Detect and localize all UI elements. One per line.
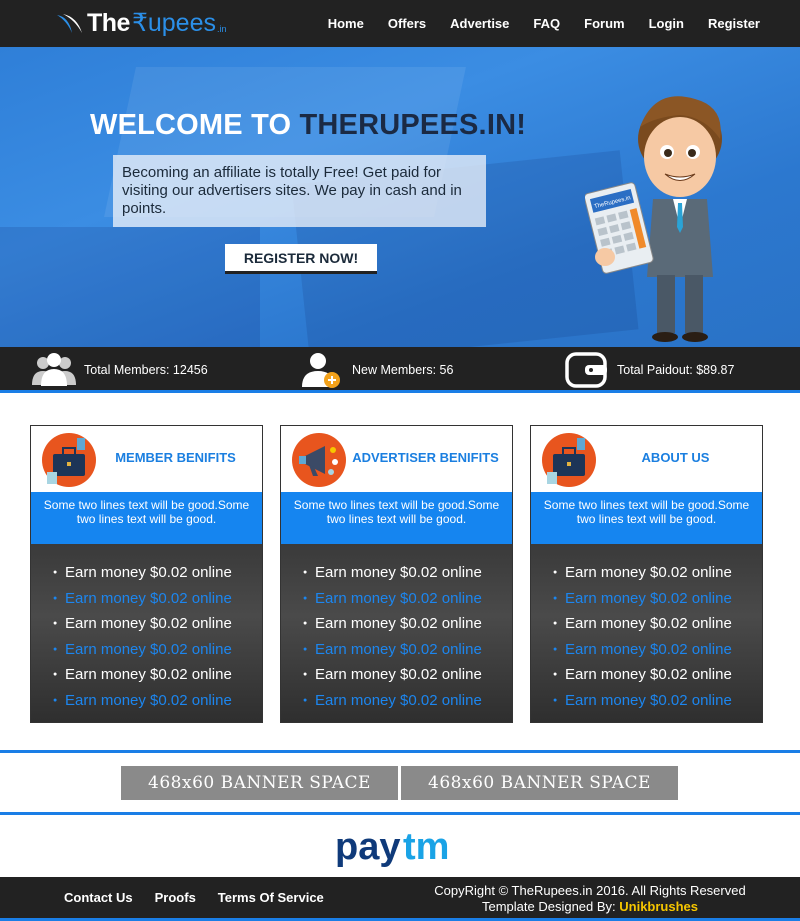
- footer: Contact Us Proofs Terms Of Service CopyR…: [0, 877, 800, 921]
- hero-title-white: WELCOME TO: [90, 109, 300, 141]
- banner-ad-slot[interactable]: 468x60 BANNER SPACE: [401, 766, 678, 800]
- wallet-icon: [565, 352, 607, 388]
- list-item: Earn money $0.02 online: [531, 586, 762, 612]
- list-item: Earn money $0.02 online: [531, 637, 762, 663]
- list-item: Earn money $0.02 online: [31, 586, 262, 612]
- main-menu: Home Offers Advertise FAQ Forum Login Re…: [304, 0, 760, 47]
- stat-new-members-label: New Members: 56: [352, 363, 454, 377]
- card-title: ADVERTISER BENIFITS: [352, 450, 499, 465]
- stats-bar: Total Members: 12456 New Members: 56 Tot…: [0, 347, 800, 393]
- members-icon: [32, 353, 76, 386]
- hero-background-shadow: [0, 227, 260, 347]
- paytm-pay-text: pay: [335, 826, 400, 867]
- nav-forum[interactable]: Forum: [584, 16, 624, 31]
- new-member-icon: [302, 353, 340, 388]
- register-now-button[interactable]: REGISTER NOW!: [225, 244, 377, 274]
- briefcase-icon: [542, 433, 596, 487]
- nav-offers[interactable]: Offers: [388, 16, 426, 31]
- card-title: ABOUT US: [641, 450, 710, 465]
- stat-total-paidout-label: Total Paidout: $89.87: [617, 363, 735, 377]
- footer-proofs[interactable]: Proofs: [155, 890, 196, 905]
- card-header: ADVERTISER BENIFITS: [281, 426, 512, 492]
- card-header: ABOUT US: [531, 426, 762, 492]
- designed-by: Template Designed By: Unikbrushes: [400, 899, 780, 915]
- list-item: Earn money $0.02 online: [531, 688, 762, 714]
- list-item: Earn money $0.02 online: [281, 586, 512, 612]
- advertiser-benefits-card: ADVERTISER BENIFITS Some two lines text …: [280, 425, 513, 723]
- hero-section: WELCOME TO THERUPEES.IN! Becoming an aff…: [0, 47, 800, 347]
- list-item: Earn money $0.02 online: [31, 560, 262, 586]
- list-item: Earn money $0.02 online: [281, 560, 512, 586]
- divider-line: [0, 812, 800, 815]
- list-item: Earn money $0.02 online: [531, 662, 762, 688]
- list-item: Earn money $0.02 online: [281, 662, 512, 688]
- designed-by-label: Template Designed By:: [481, 899, 620, 914]
- nav-login[interactable]: Login: [649, 16, 684, 31]
- hero-title: WELCOME TO THERUPEES.IN!: [90, 109, 526, 142]
- card-title: MEMBER BENIFITS: [115, 450, 236, 465]
- card-description: Some two lines text will be good.Some tw…: [531, 492, 762, 544]
- briefcase-icon: [42, 433, 96, 487]
- logo-in-text: .in: [216, 24, 227, 34]
- stat-new-members: New Members: 56: [298, 347, 453, 393]
- paytm-logo[interactable]: pay tm: [335, 823, 465, 867]
- banner-ad-slot[interactable]: 468x60 BANNER SPACE: [121, 766, 398, 800]
- nav-advertise[interactable]: Advertise: [450, 16, 509, 31]
- hero-description: Becoming an affiliate is totally Free! G…: [113, 155, 486, 227]
- list-item: Earn money $0.02 online: [531, 611, 762, 637]
- card-description: Some two lines text will be good.Some tw…: [31, 492, 262, 544]
- stat-total-paidout: Total Paidout: $89.87: [563, 347, 734, 393]
- designer-link[interactable]: Unikbrushes: [619, 899, 698, 914]
- stat-total-members: Total Members: 12456: [30, 347, 208, 393]
- list-item: Earn money $0.02 online: [31, 637, 262, 663]
- top-navbar: The ₹upees .in Home Offers Advertise FAQ…: [0, 0, 800, 47]
- footer-copyright: CopyRight © TheRupees.in 2016. All Right…: [400, 883, 780, 915]
- swoosh-icon: [57, 14, 82, 33]
- hero-title-dark: THERUPEES.IN!: [299, 109, 527, 141]
- card-list: Earn money $0.02 online Earn money $0.02…: [281, 544, 512, 722]
- card-list: Earn money $0.02 online Earn money $0.02…: [31, 544, 262, 722]
- megaphone-icon: [292, 433, 346, 487]
- logo-the-text: The: [87, 8, 130, 37]
- mascot-illustration: TheRupees.in: [585, 96, 722, 342]
- footer-terms[interactable]: Terms Of Service: [218, 890, 324, 905]
- list-item: Earn money $0.02 online: [31, 611, 262, 637]
- footer-links: Contact Us Proofs Terms Of Service: [64, 877, 346, 917]
- card-list: Earn money $0.02 online Earn money $0.02…: [531, 544, 762, 722]
- nav-home[interactable]: Home: [328, 16, 364, 31]
- about-us-card: ABOUT US Some two lines text will be goo…: [530, 425, 763, 723]
- list-item: Earn money $0.02 online: [281, 611, 512, 637]
- card-header: MEMBER BENIFITS: [31, 426, 262, 492]
- site-logo[interactable]: The ₹upees .in: [55, 8, 227, 38]
- nav-register[interactable]: Register: [708, 16, 760, 31]
- divider-line: [0, 750, 800, 753]
- member-benefits-card: MEMBER BENIFITS Some two lines text will…: [30, 425, 263, 723]
- card-description: Some two lines text will be good.Some tw…: [281, 492, 512, 544]
- stat-total-members-label: Total Members: 12456: [84, 363, 208, 377]
- list-item: Earn money $0.02 online: [31, 662, 262, 688]
- list-item: Earn money $0.02 online: [281, 688, 512, 714]
- list-item: Earn money $0.02 online: [31, 688, 262, 714]
- list-item: Earn money $0.02 online: [531, 560, 762, 586]
- logo-rupees-text: ₹upees: [131, 9, 216, 37]
- nav-faq[interactable]: FAQ: [533, 16, 560, 31]
- list-item: Earn money $0.02 online: [281, 637, 512, 663]
- copyright-text: CopyRight © TheRupees.in 2016. All Right…: [434, 883, 746, 898]
- paytm-tm-text: tm: [403, 826, 449, 867]
- footer-contact-us[interactable]: Contact Us: [64, 890, 133, 905]
